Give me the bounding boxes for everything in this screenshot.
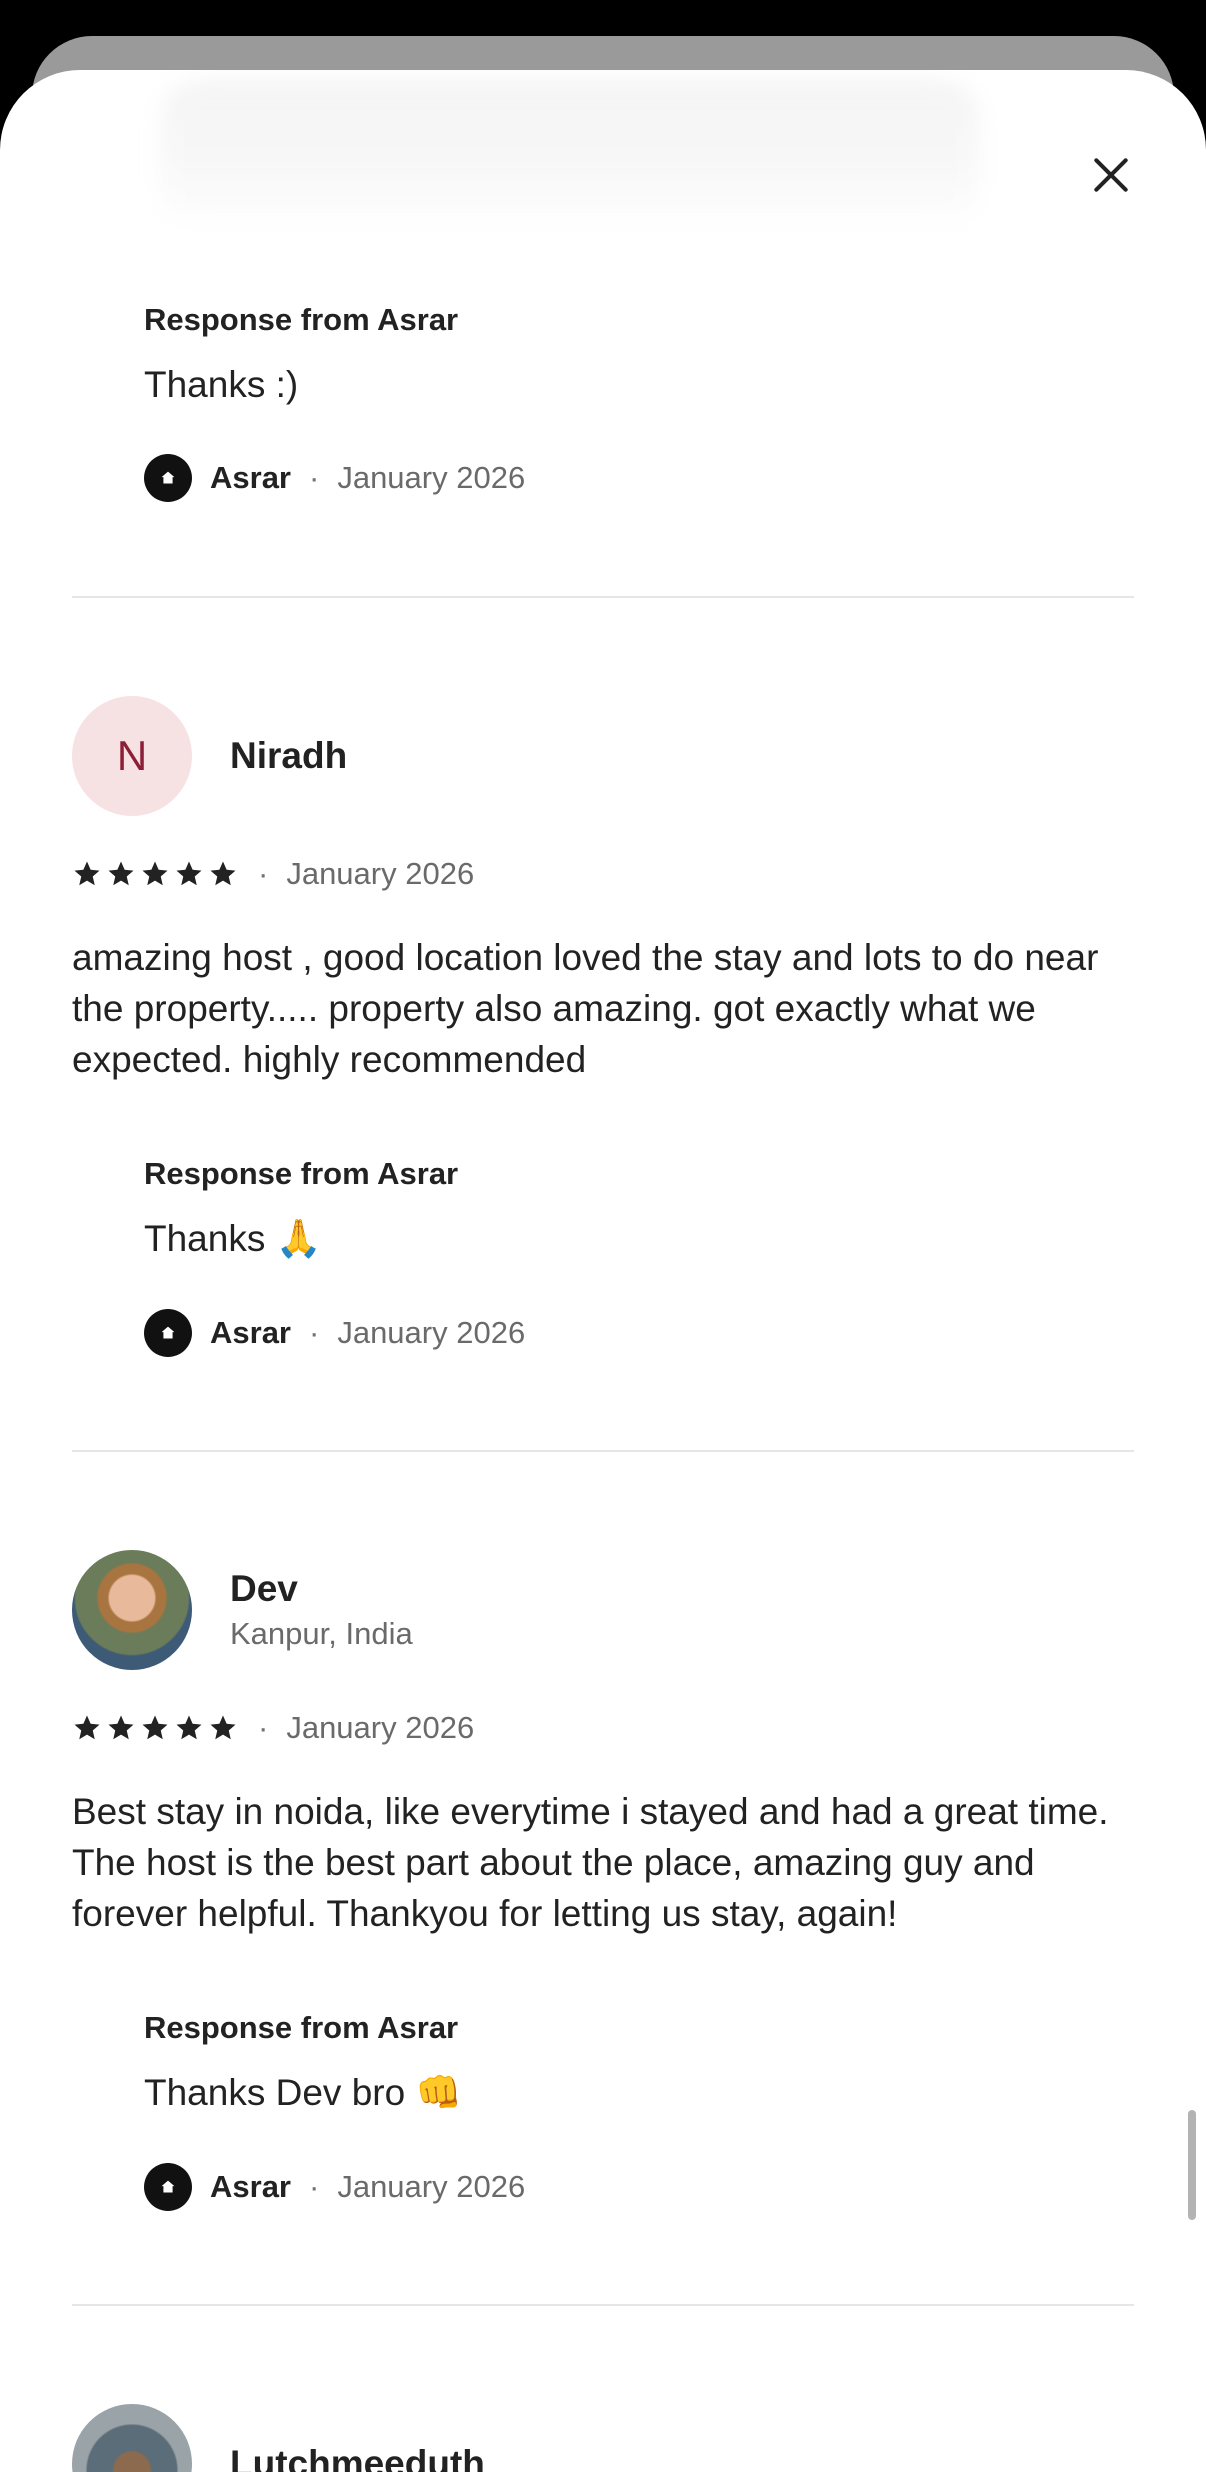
star-icon xyxy=(210,861,236,886)
response-meta: Asrar · January 2026 xyxy=(144,1309,525,1357)
sheet-header-blur xyxy=(160,80,980,230)
host-response: Response from Asrar Thanks 🙏 Asrar · Jan… xyxy=(144,1156,525,1357)
response-title: Response from Asrar xyxy=(144,1156,459,1191)
star-icon xyxy=(108,861,134,886)
rating-row: · January 2026 xyxy=(72,856,474,892)
star-icon xyxy=(210,1715,236,1740)
reviewer-location: Kanpur, India xyxy=(230,1616,413,1651)
response-text: Thanks Dev bro 👊 xyxy=(144,2072,462,2113)
review-date: January 2026 xyxy=(286,856,475,891)
star-rating xyxy=(72,859,238,889)
star-icon xyxy=(176,1715,202,1740)
reviewer-header[interactable]: Lutchmeeduth xyxy=(72,2404,485,2472)
review-text: amazing host , good location loved the s… xyxy=(72,937,1099,1080)
divider xyxy=(72,2304,1134,2306)
star-icon xyxy=(108,1715,134,1740)
close-icon xyxy=(1094,158,1128,192)
rating-separator: · xyxy=(258,1710,269,1745)
host-avatar xyxy=(144,2163,192,2211)
reviewer-header[interactable]: Dev Kanpur, India xyxy=(72,1550,413,1670)
host-response: Response from Asrar Thanks Dev bro 👊 Asr… xyxy=(144,2010,525,2211)
meta-separator: · xyxy=(309,1315,320,1350)
review-text: Best stay in noida, like everytime i sta… xyxy=(72,1791,1109,1934)
star-icon xyxy=(74,861,100,886)
divider xyxy=(72,596,1134,598)
response-title: Response from Asrar xyxy=(144,2010,459,2045)
avatar xyxy=(72,1550,192,1670)
avatar: N xyxy=(72,696,192,816)
rating-row: · January 2026 xyxy=(72,1710,474,1746)
scrollbar[interactable] xyxy=(1188,2110,1196,2220)
reviewer-header[interactable]: N Niradh xyxy=(72,696,347,816)
host-avatar xyxy=(144,454,192,502)
star-icon xyxy=(74,1715,100,1740)
response-meta: Asrar · January 2026 xyxy=(144,454,525,502)
meta-separator: · xyxy=(309,460,320,495)
host-name: Asrar xyxy=(210,460,291,495)
host-name: Asrar xyxy=(210,2169,291,2204)
close-button[interactable] xyxy=(1078,142,1144,208)
response-date: January 2026 xyxy=(337,1315,526,1350)
response-meta: Asrar · January 2026 xyxy=(144,2163,525,2211)
host-avatar xyxy=(144,1309,192,1357)
star-icon xyxy=(142,1715,168,1740)
response-title: Response from Asrar xyxy=(144,302,459,337)
review-date: January 2026 xyxy=(286,1710,475,1745)
response-date: January 2026 xyxy=(337,460,526,495)
star-icon xyxy=(176,861,202,886)
meta-separator: · xyxy=(309,2169,320,2204)
host-response: Response from Asrar Thanks :) Asrar · Ja… xyxy=(144,302,525,502)
rating-separator: · xyxy=(258,856,269,891)
reviewer-name: Niradh xyxy=(230,735,348,776)
host-name: Asrar xyxy=(210,1315,291,1350)
reviews-sheet: Response from Asrar Thanks :) Asrar · Ja… xyxy=(0,70,1206,2472)
reviewer-name: Lutchmeeduth xyxy=(230,2443,485,2472)
reviewer-name: Dev xyxy=(230,1568,298,1609)
response-text: Thanks :) xyxy=(144,364,299,405)
avatar xyxy=(72,2404,192,2472)
divider xyxy=(72,1450,1134,1452)
response-date: January 2026 xyxy=(337,2169,526,2204)
response-text: Thanks 🙏 xyxy=(144,1218,322,1259)
star-icon xyxy=(142,861,168,886)
star-rating xyxy=(72,1713,238,1743)
